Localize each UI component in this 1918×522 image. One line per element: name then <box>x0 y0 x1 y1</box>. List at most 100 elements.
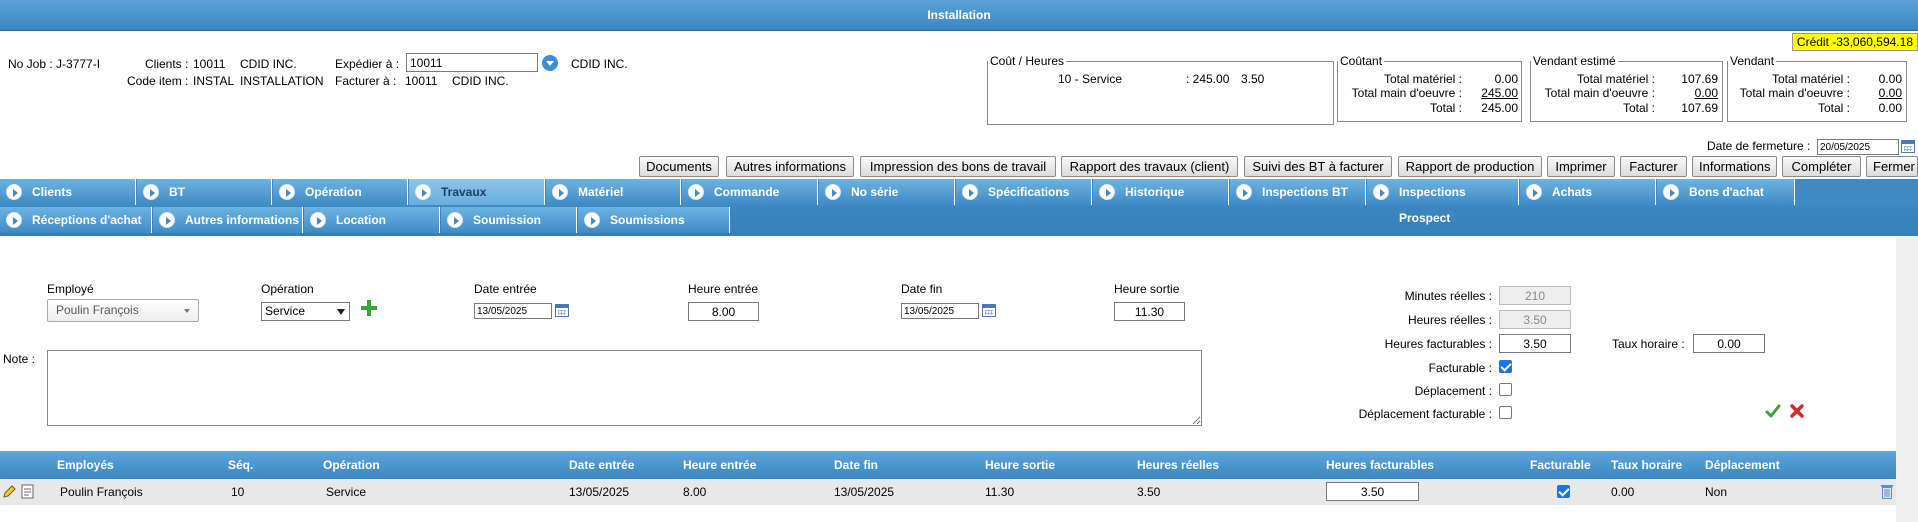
fermeture-date-input[interactable] <box>1817 139 1899 155</box>
ve-total-value: 107.69 <box>1681 101 1718 115</box>
heure-entree-input[interactable] <box>688 302 759 321</box>
add-icon[interactable] <box>361 300 377 316</box>
taux-horaire-label: Taux horaire : <box>1612 337 1685 351</box>
cell-operation: Service <box>326 485 367 499</box>
facturer-button[interactable]: Facturer <box>1620 156 1687 177</box>
coutant-total-label: Total : <box>1429 101 1462 115</box>
tab-materiel[interactable]: Matériel <box>546 179 681 205</box>
tab-autres-informations[interactable]: Autres informations <box>153 207 303 233</box>
col-deplacement[interactable]: Déplacement <box>1705 451 1780 479</box>
tab-inspections-prospect[interactable]: Inspections Prospect <box>1367 179 1519 225</box>
facturable-checkbox[interactable] <box>1499 360 1512 373</box>
cout-line-amount: : 245.00 <box>1186 72 1230 86</box>
deplacement-facturable-checkbox[interactable] <box>1499 406 1512 419</box>
play-icon <box>1236 184 1252 200</box>
heure-sortie-input[interactable] <box>1114 302 1185 321</box>
play-icon <box>584 212 600 228</box>
ve-materiel-label: Total matériel : <box>1576 72 1655 86</box>
tab-specifications[interactable]: Spécifications <box>956 179 1092 205</box>
tab-bt[interactable]: BT <box>137 179 272 205</box>
ve-total-label: Total : <box>1622 101 1655 115</box>
tab-inspections-bt[interactable]: Inspections BT <box>1230 179 1366 205</box>
tab-operation[interactable]: Opération <box>273 179 408 205</box>
informations-button[interactable]: Informations <box>1692 156 1777 177</box>
cout-line-hours: 3.50 <box>1241 72 1265 86</box>
tab-bons-achat[interactable]: Bons d'achat <box>1657 179 1795 205</box>
taux-horaire-input[interactable] <box>1693 334 1765 353</box>
cell-employe: Poulin François <box>60 485 143 499</box>
play-icon <box>279 184 295 200</box>
coutant-materiel-value: 0.00 <box>1494 72 1518 86</box>
play-icon <box>1099 184 1115 200</box>
code-item-label: Code item : <box>127 74 189 88</box>
col-heures-reelles[interactable]: Heures réelles <box>1137 451 1219 479</box>
cancel-x-icon[interactable] <box>1789 403 1805 419</box>
heure-sortie-label: Heure sortie <box>1114 282 1180 296</box>
credit-badge: Crédit -33,060,594.18 <box>1791 33 1918 51</box>
tab-location[interactable]: Location <box>304 207 440 233</box>
vendant-legend: Vendant <box>1730 54 1775 68</box>
fermer-button[interactable]: Fermer <box>1866 156 1918 177</box>
tab-clients[interactable]: Clients <box>0 179 136 205</box>
autres-informations-button[interactable]: Autres informations <box>726 156 854 177</box>
heures-facturables-input[interactable] <box>1499 334 1571 353</box>
col-date-entree[interactable]: Date entrée <box>569 451 634 479</box>
expedier-input[interactable] <box>406 53 538 72</box>
cell-heures-facturables-input[interactable] <box>1326 482 1419 501</box>
tab-soumission[interactable]: Soumission <box>441 207 577 233</box>
note-textarea[interactable] <box>47 350 1202 426</box>
vendant-total-label: Total : <box>1817 101 1850 115</box>
cout-line-label: 10 - Service <box>1058 72 1123 86</box>
tab-historique[interactable]: Historique <box>1093 179 1229 205</box>
col-taux-horaire[interactable]: Taux horaire <box>1611 451 1682 479</box>
impression-bons-button[interactable]: Impression des bons de travail <box>860 156 1056 177</box>
save-check-icon[interactable] <box>1765 403 1781 419</box>
rapport-production-button[interactable]: Rapport de production <box>1398 156 1542 177</box>
calendar-icon[interactable] <box>555 304 569 317</box>
cell-facturable-checkbox[interactable] <box>1557 485 1570 498</box>
tab-travaux[interactable]: Travaux <box>409 179 545 205</box>
table-row[interactable]: Poulin François 10 Service 13/05/2025 8.… <box>0 479 1896 505</box>
col-heure-sortie[interactable]: Heure sortie <box>985 451 1055 479</box>
tab-soumissions-achat[interactable]: Soumissions d'achat <box>578 207 730 253</box>
trash-icon[interactable] <box>1880 483 1894 500</box>
rapport-travaux-button[interactable]: Rapport des travaux (client) <box>1061 156 1238 177</box>
deplacement-checkbox[interactable] <box>1499 383 1512 396</box>
edit-pencil-icon[interactable] <box>2 484 17 499</box>
calendar-icon[interactable] <box>982 304 996 317</box>
ve-mo-value: 0.00 <box>1694 86 1718 100</box>
date-fin-label: Date fin <box>901 282 943 296</box>
documents-button[interactable]: Documents <box>639 156 719 177</box>
col-heure-entree[interactable]: Heure entrée <box>683 451 756 479</box>
tab-commande[interactable]: Commande <box>682 179 818 205</box>
tab-achats[interactable]: Achats <box>1520 179 1656 205</box>
col-operation[interactable]: Opération <box>323 451 380 479</box>
heure-entree-label: Heure entrée <box>688 282 759 296</box>
grid-header: Employés Séq. Opération Date entrée Heur… <box>0 451 1896 479</box>
facturer-code: 10011 <box>405 74 438 88</box>
col-date-fin[interactable]: Date fin <box>834 451 878 479</box>
tab-no-serie[interactable]: No série <box>819 179 955 205</box>
clients-label: Clients : <box>145 57 189 71</box>
note-label: Note : <box>3 352 36 366</box>
clients-code: 10011 <box>193 57 226 71</box>
col-facturable[interactable]: Facturable <box>1530 451 1591 479</box>
date-fin-input[interactable] <box>901 303 979 319</box>
calendar-icon[interactable] <box>1901 140 1915 153</box>
col-heures-facturables[interactable]: Heures facturables <box>1326 451 1434 479</box>
tab-receptions-achat[interactable]: Réceptions d'achat <box>0 207 152 233</box>
employe-select[interactable]: Poulin François <box>47 299 199 322</box>
date-entree-input[interactable] <box>474 303 552 319</box>
operation-select[interactable]: Service <box>261 302 350 321</box>
vendant-materiel-value: 0.00 <box>1878 72 1902 86</box>
suivi-bt-button[interactable]: Suivi des BT à facturer <box>1244 156 1392 177</box>
completer-button[interactable]: Compléter <box>1782 156 1861 177</box>
notes-icon[interactable] <box>20 483 36 499</box>
expedier-name: CDID INC. <box>571 57 628 71</box>
heures-facturables-label: Heures facturables : <box>1384 337 1492 351</box>
facturer-label: Facturer à : <box>335 74 397 88</box>
col-employes[interactable]: Employés <box>57 451 114 479</box>
col-seq[interactable]: Séq. <box>228 451 253 479</box>
imprimer-button[interactable]: Imprimer <box>1547 156 1615 177</box>
expedier-dropdown-icon[interactable] <box>542 55 558 71</box>
